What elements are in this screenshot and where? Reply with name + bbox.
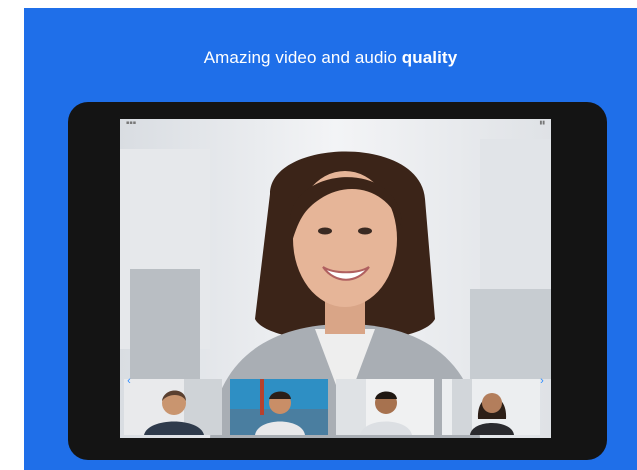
status-bar-left: ▪▪▪ xyxy=(126,120,137,126)
headline: Amazing video and audio quality xyxy=(24,48,637,68)
tablet-status-bar: ▪▪▪ ▮▮ xyxy=(120,119,551,127)
tablet-screen: ▪▪▪ ▮▮ ‹ › xyxy=(120,119,551,438)
tablet-frame: ▪▪▪ ▮▮ ‹ › xyxy=(68,102,607,460)
participant-thumbnail[interactable] xyxy=(336,379,434,435)
headline-bold-text: quality xyxy=(401,48,458,67)
strip-prev-arrow[interactable]: ‹ xyxy=(122,374,136,388)
participant-1-image xyxy=(124,379,222,435)
headline-text: Amazing video and audio xyxy=(203,48,397,67)
participant-2-image xyxy=(230,379,328,435)
chevron-right-icon: › xyxy=(540,375,544,387)
status-bar-right: ▮▮ xyxy=(539,120,545,126)
participant-thumbnail[interactable] xyxy=(124,379,222,435)
participant-thumbnail-strip xyxy=(120,379,551,435)
participant-thumbnail[interactable] xyxy=(442,379,540,435)
participant-4-image xyxy=(442,379,540,435)
promo-card: Amazing video and audio quality ▪▪▪ ▮▮ ‹… xyxy=(24,8,637,470)
chevron-left-icon: ‹ xyxy=(127,375,131,387)
participant-thumbnail[interactable] xyxy=(230,379,328,435)
participant-3-image xyxy=(336,379,434,435)
strip-next-arrow[interactable]: › xyxy=(535,374,549,388)
